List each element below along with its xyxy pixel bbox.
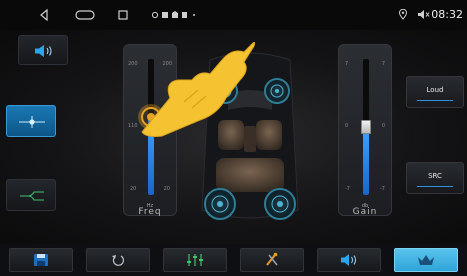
tools-icon xyxy=(266,252,278,266)
reset-icon xyxy=(112,255,125,266)
loud-underline xyxy=(417,100,453,101)
crosshair-icon xyxy=(19,116,45,128)
tab-save[interactable] xyxy=(9,248,73,272)
gain-slider-panel: 7 7 0 0 -7 -7 db Gain xyxy=(338,44,392,217)
clock-time: 08:32 xyxy=(431,8,463,21)
freq-label: Freq xyxy=(138,207,162,217)
mute-icon xyxy=(418,10,430,19)
crossover-icon xyxy=(20,191,44,201)
tab-equalizer[interactable] xyxy=(163,248,227,272)
speaker-icon xyxy=(341,254,356,266)
tab-reset[interactable] xyxy=(86,248,150,272)
location-icon xyxy=(399,9,407,20)
speaker-front-right[interactable] xyxy=(264,78,290,104)
status-bar: 08:32 xyxy=(0,0,467,30)
src-label: SRC xyxy=(428,172,442,180)
tab-tools[interactable] xyxy=(240,248,304,272)
freq-scale-top: 200 xyxy=(128,61,138,67)
speaker-rear-right[interactable] xyxy=(264,188,296,220)
tab-crown[interactable] xyxy=(394,248,458,272)
crossover-button[interactable] xyxy=(6,179,56,211)
speaker-rear-left[interactable] xyxy=(204,188,236,220)
notification-icons xyxy=(152,11,195,19)
loud-button[interactable]: Loud xyxy=(406,76,464,108)
gain-label: Gain xyxy=(352,207,378,217)
gain-scale-bottom-right: -7 xyxy=(380,186,385,192)
src-underline xyxy=(417,186,453,187)
gain-scale-top-right: 7 xyxy=(381,61,385,67)
home-icon[interactable] xyxy=(75,10,95,20)
gain-scale-mid: 0 xyxy=(345,123,349,129)
speaker-grille-icon xyxy=(270,84,284,98)
tab-speaker[interactable] xyxy=(317,248,381,272)
speaker-grille-icon xyxy=(271,195,289,213)
gain-scale-bottom: -7 xyxy=(345,186,350,192)
recent-apps-icon[interactable] xyxy=(118,10,128,20)
src-button[interactable]: SRC xyxy=(406,162,464,194)
speaker-volume-button[interactable] xyxy=(18,35,68,65)
back-icon[interactable] xyxy=(39,9,49,21)
balance-position-button[interactable] xyxy=(6,105,56,137)
speaker-icon xyxy=(35,45,52,57)
gain-slider-fill xyxy=(363,127,369,195)
freq-scale-bottom-right: 20 xyxy=(163,186,170,192)
equalizer-icon xyxy=(187,254,203,266)
tutorial-hand-pointer-icon xyxy=(141,41,256,137)
gain-scale-mid-right: 0 xyxy=(381,123,385,129)
speaker-grille-icon xyxy=(211,195,229,213)
gain-slider-thumb[interactable] xyxy=(361,120,371,134)
gain-scale-top: 7 xyxy=(345,61,349,67)
crown-icon xyxy=(418,255,434,265)
audio-settings-area: 200 200 110 110 20 20 Hz Freq xyxy=(0,30,467,244)
save-icon xyxy=(34,254,48,266)
freq-scale-mid: 110 xyxy=(128,123,138,129)
loud-label: Loud xyxy=(426,86,444,94)
freq-scale-bottom: 20 xyxy=(130,186,137,192)
bottom-tab-bar xyxy=(0,244,467,276)
